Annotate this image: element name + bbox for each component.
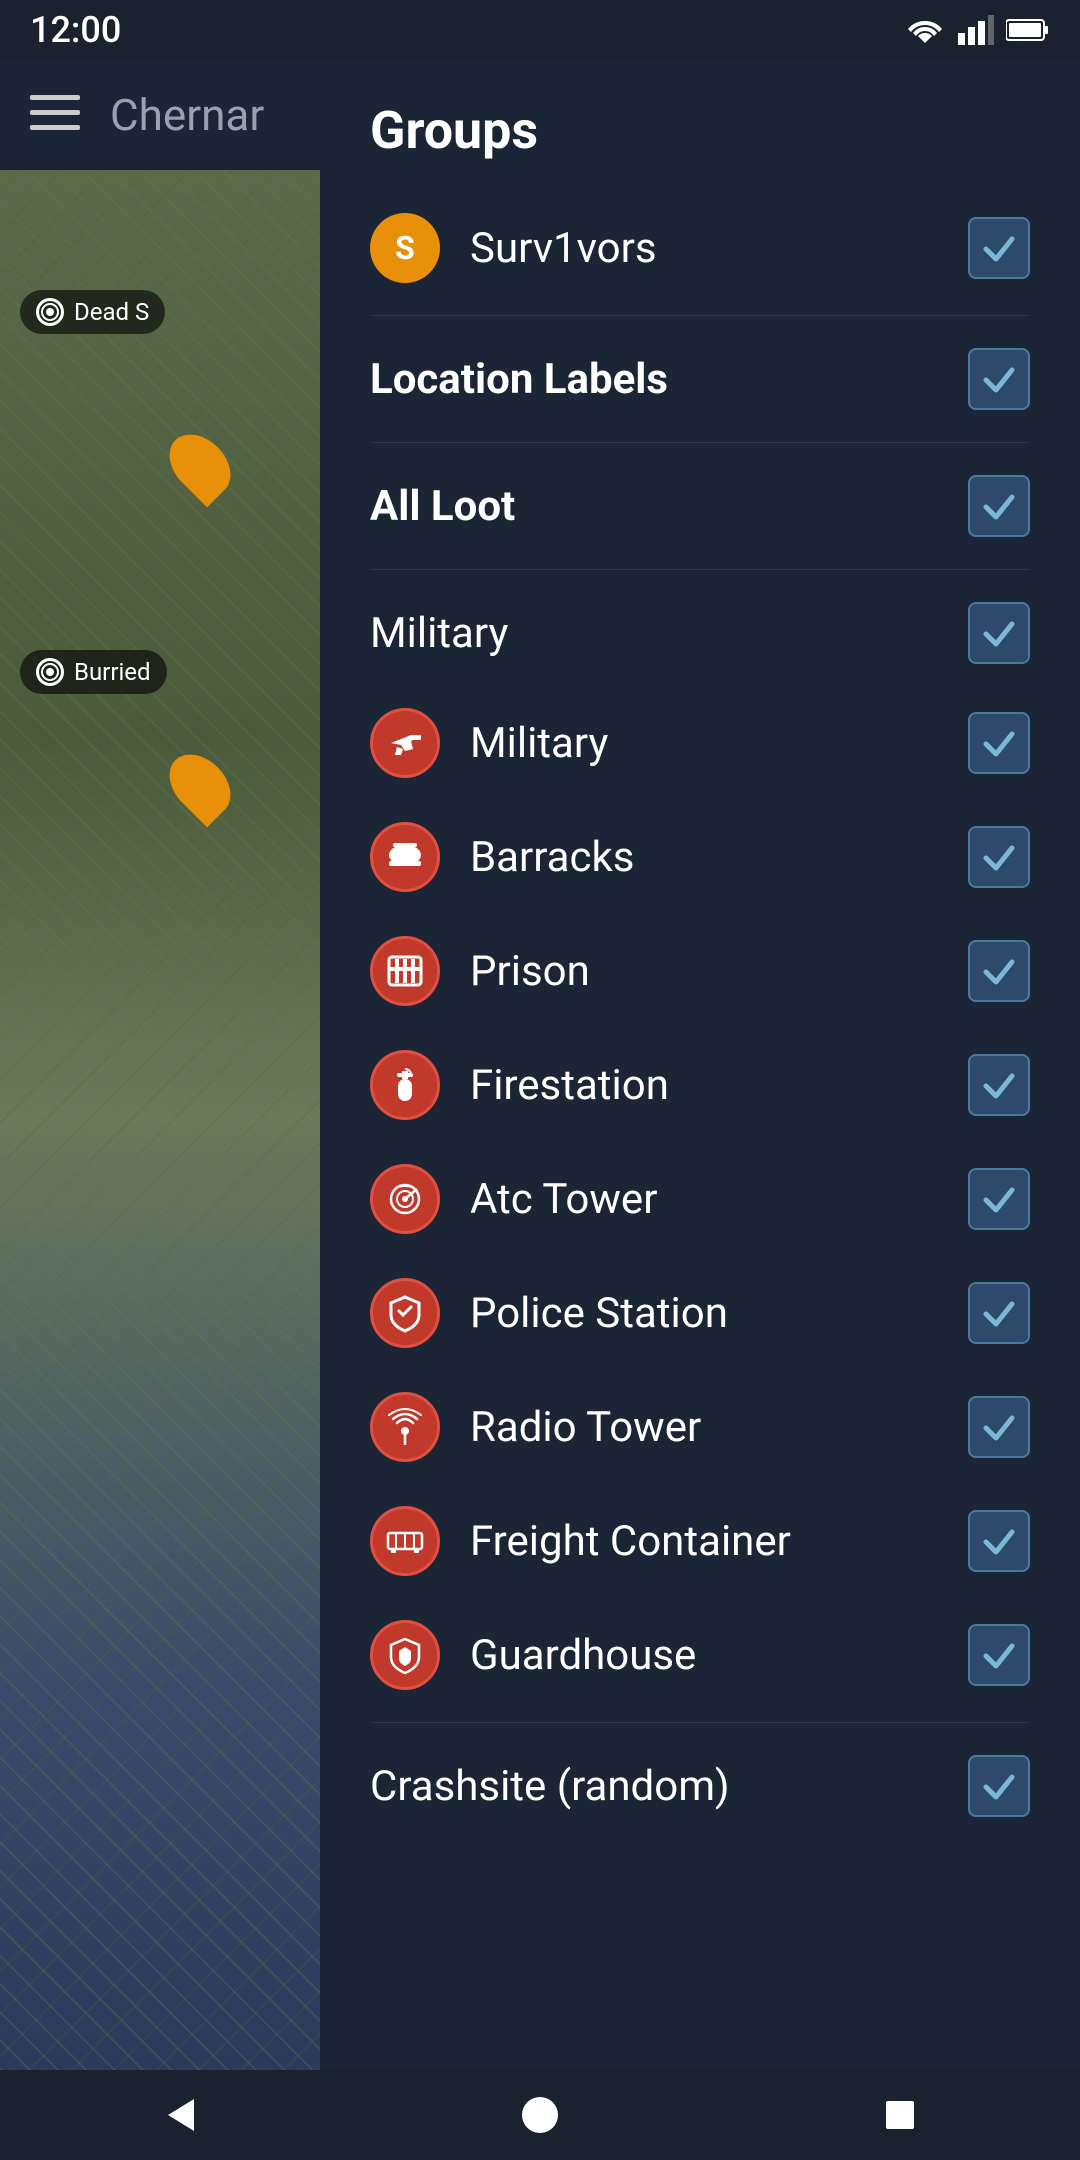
- map-label-burried: Burried: [20, 650, 167, 694]
- back-button[interactable]: [158, 2093, 202, 2137]
- radio-tower-icon: [370, 1392, 440, 1462]
- crashsite-label: Crashsite (random): [370, 1762, 938, 1811]
- all-loot-checkbox[interactable]: [968, 475, 1030, 537]
- surv1vors-avatar: S: [370, 213, 440, 283]
- surv1vors-checkbox[interactable]: [968, 217, 1030, 279]
- firestation-icon: [370, 1050, 440, 1120]
- guardhouse-label: Guardhouse: [470, 1631, 938, 1680]
- police-station-label: Police Station: [470, 1289, 938, 1338]
- status-time: 12:00: [30, 9, 121, 51]
- list-item[interactable]: Firestation: [320, 1028, 1080, 1142]
- military-label: Military: [470, 719, 938, 768]
- location-labels-checkbox[interactable]: [968, 348, 1030, 410]
- freight-container-label: Freight Container: [470, 1517, 938, 1566]
- military-section-header[interactable]: Military: [320, 580, 1080, 686]
- freight-container-icon: [370, 1506, 440, 1576]
- police-station-checkbox[interactable]: [968, 1282, 1030, 1344]
- map-background: Chernar Dead S: [0, 0, 370, 2160]
- surv1vors-letter: S: [395, 229, 415, 267]
- barracks-label: Barracks: [470, 833, 938, 882]
- guardhouse-icon: [370, 1620, 440, 1690]
- divider-2: [370, 442, 1030, 443]
- list-item[interactable]: Prison: [320, 914, 1080, 1028]
- guardhouse-checkbox[interactable]: [968, 1624, 1030, 1686]
- location-labels-label: Location Labels: [370, 355, 938, 404]
- barracks-checkbox[interactable]: [968, 826, 1030, 888]
- status-icons: [904, 15, 1050, 45]
- list-item[interactable]: S Surv1vors: [320, 191, 1080, 305]
- prison-checkbox[interactable]: [968, 940, 1030, 1002]
- map-content: Dead S Burried: [0, 170, 370, 2070]
- drawer-header: Groups: [320, 60, 1080, 191]
- surv1vors-label: Surv1vors: [470, 224, 938, 273]
- crashsite-checkbox[interactable]: [968, 1755, 1030, 1817]
- prison-icon: [370, 936, 440, 1006]
- list-item[interactable]: Police Station: [320, 1256, 1080, 1370]
- battery-icon: [1006, 18, 1050, 42]
- list-item[interactable]: Guardhouse: [320, 1598, 1080, 1712]
- signal-icon: [958, 15, 994, 45]
- military-checkbox[interactable]: [968, 712, 1030, 774]
- radio-tower-checkbox[interactable]: [968, 1396, 1030, 1458]
- list-item[interactable]: All Loot: [320, 453, 1080, 559]
- list-item[interactable]: Location Labels: [320, 326, 1080, 432]
- wifi-icon: [904, 15, 946, 45]
- list-item[interactable]: Radio Tower: [320, 1370, 1080, 1484]
- barracks-icon: [370, 822, 440, 892]
- military-section-label: Military: [370, 609, 938, 658]
- police-station-icon: [370, 1278, 440, 1348]
- divider-4: [370, 1722, 1030, 1723]
- hamburger-icon[interactable]: [30, 95, 80, 135]
- home-button[interactable]: [518, 2093, 562, 2137]
- drawer-title: Groups: [370, 100, 538, 161]
- map-label-dead: Dead S: [20, 290, 165, 334]
- all-loot-label: All Loot: [370, 482, 938, 531]
- atc-tower-label: Atc Tower: [470, 1175, 938, 1224]
- recent-apps-button[interactable]: [878, 2093, 922, 2137]
- list-item[interactable]: Barracks: [320, 800, 1080, 914]
- list-item[interactable]: Atc Tower: [320, 1142, 1080, 1256]
- camera-icon-2: [36, 658, 64, 686]
- map-area[interactable]: Dead S Burried: [0, 170, 370, 2070]
- atc-tower-checkbox[interactable]: [968, 1168, 1030, 1230]
- military-section-checkbox[interactable]: [968, 602, 1030, 664]
- map-label-dead-text: Dead S: [74, 298, 149, 326]
- freight-container-checkbox[interactable]: [968, 1510, 1030, 1572]
- status-bar: 12:00: [0, 0, 1080, 60]
- divider-3: [370, 569, 1030, 570]
- app-title: Chernar: [110, 89, 264, 141]
- prison-label: Prison: [470, 947, 938, 996]
- crashsite-section[interactable]: Crashsite (random): [320, 1733, 1080, 1839]
- firestation-checkbox[interactable]: [968, 1054, 1030, 1116]
- divider-1: [370, 315, 1030, 316]
- list-item[interactable]: Military: [320, 686, 1080, 800]
- app-header: Chernar: [0, 60, 370, 170]
- list-item[interactable]: Freight Container: [320, 1484, 1080, 1598]
- firestation-label: Firestation: [470, 1061, 938, 1110]
- radio-tower-label: Radio Tower: [470, 1403, 938, 1452]
- military-icon: [370, 708, 440, 778]
- camera-icon: [36, 298, 64, 326]
- drawer-panel[interactable]: Groups S Surv1vors Location Labels All L…: [320, 60, 1080, 2070]
- map-label-burried-text: Burried: [74, 658, 151, 686]
- navigation-bar: [0, 2070, 1080, 2160]
- atc-tower-icon: [370, 1164, 440, 1234]
